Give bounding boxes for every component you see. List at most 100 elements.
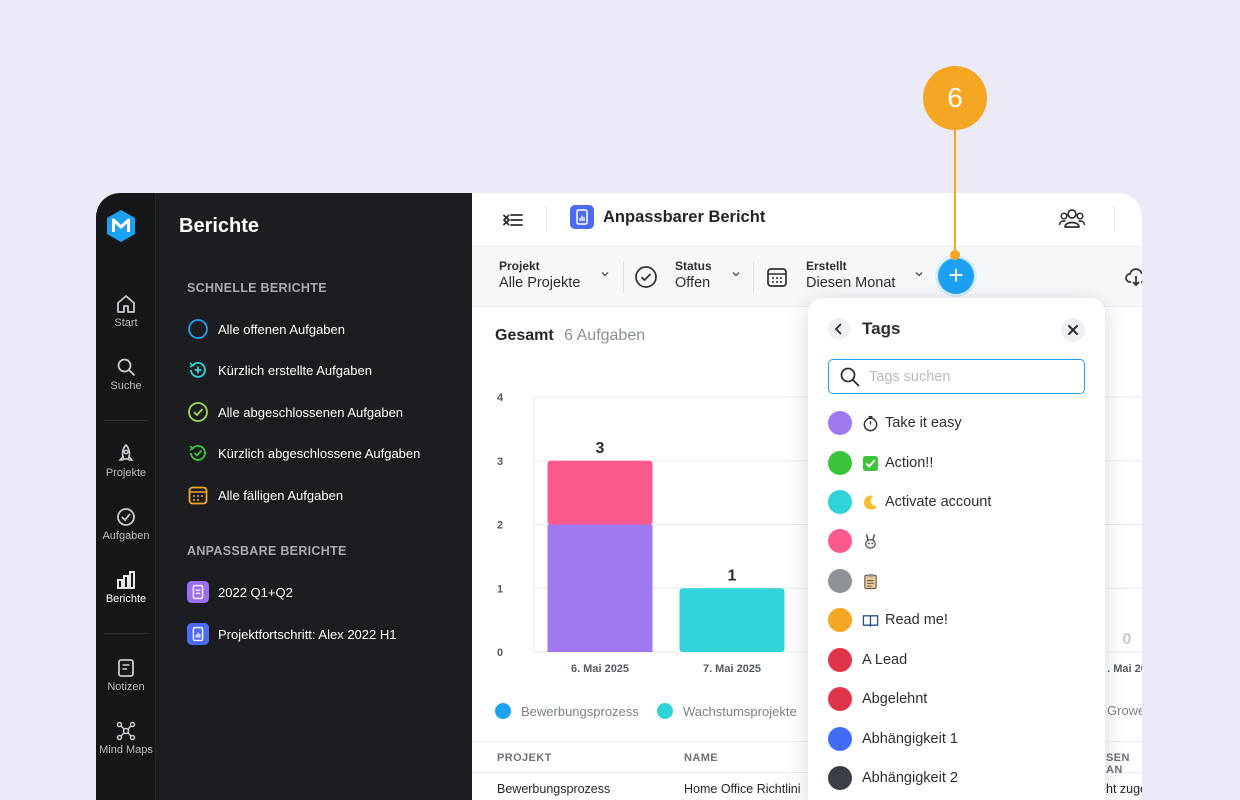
x-tick-label: 6. Mai 2025 (571, 663, 629, 675)
header-divider (1114, 206, 1115, 232)
bar-total-label: 1 (728, 567, 737, 584)
tags-search-input[interactable] (869, 366, 1069, 388)
chevron-down-icon[interactable] (914, 269, 924, 279)
status-filter[interactable]: Status Offen (675, 259, 712, 291)
legend-label: Bewerbungsprozess (521, 703, 639, 719)
tags-search-box (828, 359, 1085, 394)
chevron-down-icon[interactable] (600, 269, 610, 279)
filter-divider (753, 261, 754, 293)
quick-report-label: Kürzlich erstellte Aufgaben (218, 362, 372, 378)
filter-value: Alle Projekte (499, 275, 581, 291)
mind-map-icon (116, 721, 136, 741)
custom-report-projektfortschritt[interactable]: Projektfortschritt: Alex 2022 H1 (187, 622, 396, 646)
table-cell-project[interactable]: Bewerbungsprozess (497, 782, 610, 796)
quick-report-open-tasks[interactable]: Alle offenen Aufgaben (187, 317, 345, 341)
legend-item-growec[interactable]: Growec (1107, 703, 1142, 718)
callout-line (954, 128, 956, 254)
close-icon (1068, 325, 1078, 335)
check-circle-icon (117, 508, 135, 526)
tag-label: A Lead (862, 652, 908, 668)
app-logo-icon[interactable] (104, 209, 138, 243)
crescent-moon-icon (863, 495, 878, 510)
rail-label: Start (114, 317, 138, 329)
chevron-down-icon[interactable] (731, 269, 741, 279)
bar-segment (547, 460, 653, 525)
bar-total-label: 3 (596, 440, 605, 457)
rail-item-start[interactable]: Start (96, 293, 156, 329)
calendar-icon (188, 486, 208, 505)
table-cell-assigned[interactable]: ht zuge (1106, 782, 1142, 796)
team-icon[interactable] (1058, 206, 1086, 232)
rail-item-aufgaben[interactable]: Aufgaben (96, 506, 156, 542)
collapse-sidebar-icon[interactable] (500, 207, 526, 233)
tag-color-dot (828, 648, 852, 672)
y-tick-label: 3 (497, 456, 503, 468)
tag-item[interactable]: Abhängigkeit 2 (828, 766, 958, 790)
filter-divider (623, 261, 624, 293)
rail-item-suche[interactable]: Suche (96, 356, 156, 392)
close-button[interactable] (1061, 318, 1085, 342)
header-divider (546, 206, 547, 232)
y-tick-label: 2 (497, 520, 503, 532)
quick-report-recent-completed[interactable]: Kürzlich abgeschlossene Aufgaben (187, 441, 420, 465)
rail-item-mind-maps[interactable]: Mind Maps (96, 720, 156, 756)
back-button[interactable] (828, 318, 850, 340)
page-title: Anpassbarer Bericht (603, 208, 766, 226)
project-filter[interactable]: Projekt Alle Projekte (499, 259, 580, 291)
quick-report-due[interactable]: Alle fälligen Aufgaben (187, 483, 343, 507)
table-cell-name[interactable]: Home Office Richtlini (684, 782, 808, 796)
cloud-download-icon[interactable] (1124, 265, 1142, 289)
tag-label: Activate account (885, 494, 992, 510)
quick-report-label: Alle offenen Aufgaben (218, 321, 345, 337)
recent-created-icon (189, 362, 206, 378)
rabbit-icon (865, 533, 876, 549)
tag-item[interactable]: Action!! (828, 451, 933, 475)
quick-report-label: Alle fälligen Aufgaben (218, 487, 344, 503)
y-tick-label: 4 (497, 392, 504, 404)
tag-item[interactable]: Abgelehnt (828, 687, 927, 711)
tag-color-dot (828, 608, 852, 632)
filter-label: Erstellt (806, 259, 847, 273)
tag-item[interactable]: A Lead (828, 648, 907, 672)
rail-label: Aufgaben (102, 530, 150, 542)
add-filter-button[interactable]: + (938, 258, 974, 294)
tag-item[interactable]: Activate account (828, 490, 991, 514)
calendar-icon (767, 268, 787, 287)
filter-label: Status (675, 259, 712, 273)
rail-label: Suche (110, 380, 142, 392)
rail-label: Notizen (107, 681, 145, 693)
column-header-projekt[interactable]: PROJEKT (497, 752, 552, 764)
created-filter[interactable]: Erstellt Diesen Monat (806, 259, 895, 291)
tag-item[interactable]: Read me! (828, 608, 948, 632)
rail-label: Berichte (105, 593, 147, 605)
legend-item-bewerbungsprozess[interactable]: Bewerbungsprozess (495, 703, 639, 719)
home-icon (117, 295, 135, 313)
step-callout-badge: 6 (923, 66, 987, 130)
tag-label: Abgelehnt (862, 691, 928, 707)
rail-item-notizen[interactable]: Notizen (96, 657, 156, 693)
quick-report-recent-created[interactable]: Kürzlich erstellte Aufgaben (187, 358, 372, 382)
search-icon (117, 358, 135, 376)
tag-item[interactable]: Take it easy (828, 411, 962, 435)
column-header-assigned[interactable]: SEN AN (1106, 752, 1142, 776)
quick-reports-heading: SCHNELLE BERICHTE (187, 281, 327, 295)
rail-item-projekte[interactable]: Projekte (96, 443, 156, 479)
legend-item-wachstumsprojekte[interactable]: Wachstumsprojekte (657, 703, 797, 719)
rail-item-berichte[interactable]: Berichte (96, 569, 156, 605)
bar-segment (679, 588, 785, 652)
report-icon (187, 623, 209, 645)
tag-color-dot (828, 490, 852, 514)
column-header-name[interactable]: NAME (684, 752, 718, 764)
tag-item[interactable]: Abhängigkeit 1 (828, 727, 958, 751)
clipboard-icon (864, 573, 877, 589)
tag-item[interactable] (828, 529, 885, 553)
tag-color-dot (828, 569, 852, 593)
custom-report-2022-q1q2[interactable]: 2022 Q1+Q2 (187, 580, 293, 604)
quick-report-completed[interactable]: Alle abgeschlossenen Aufgaben (187, 400, 403, 424)
tag-color-dot (828, 529, 852, 553)
tag-item[interactable] (828, 569, 885, 593)
open-circle-icon (188, 319, 208, 339)
legend-label: Wachstumsprojekte (683, 703, 797, 719)
document-icon (187, 581, 209, 603)
popover-title: Tags (862, 319, 901, 338)
